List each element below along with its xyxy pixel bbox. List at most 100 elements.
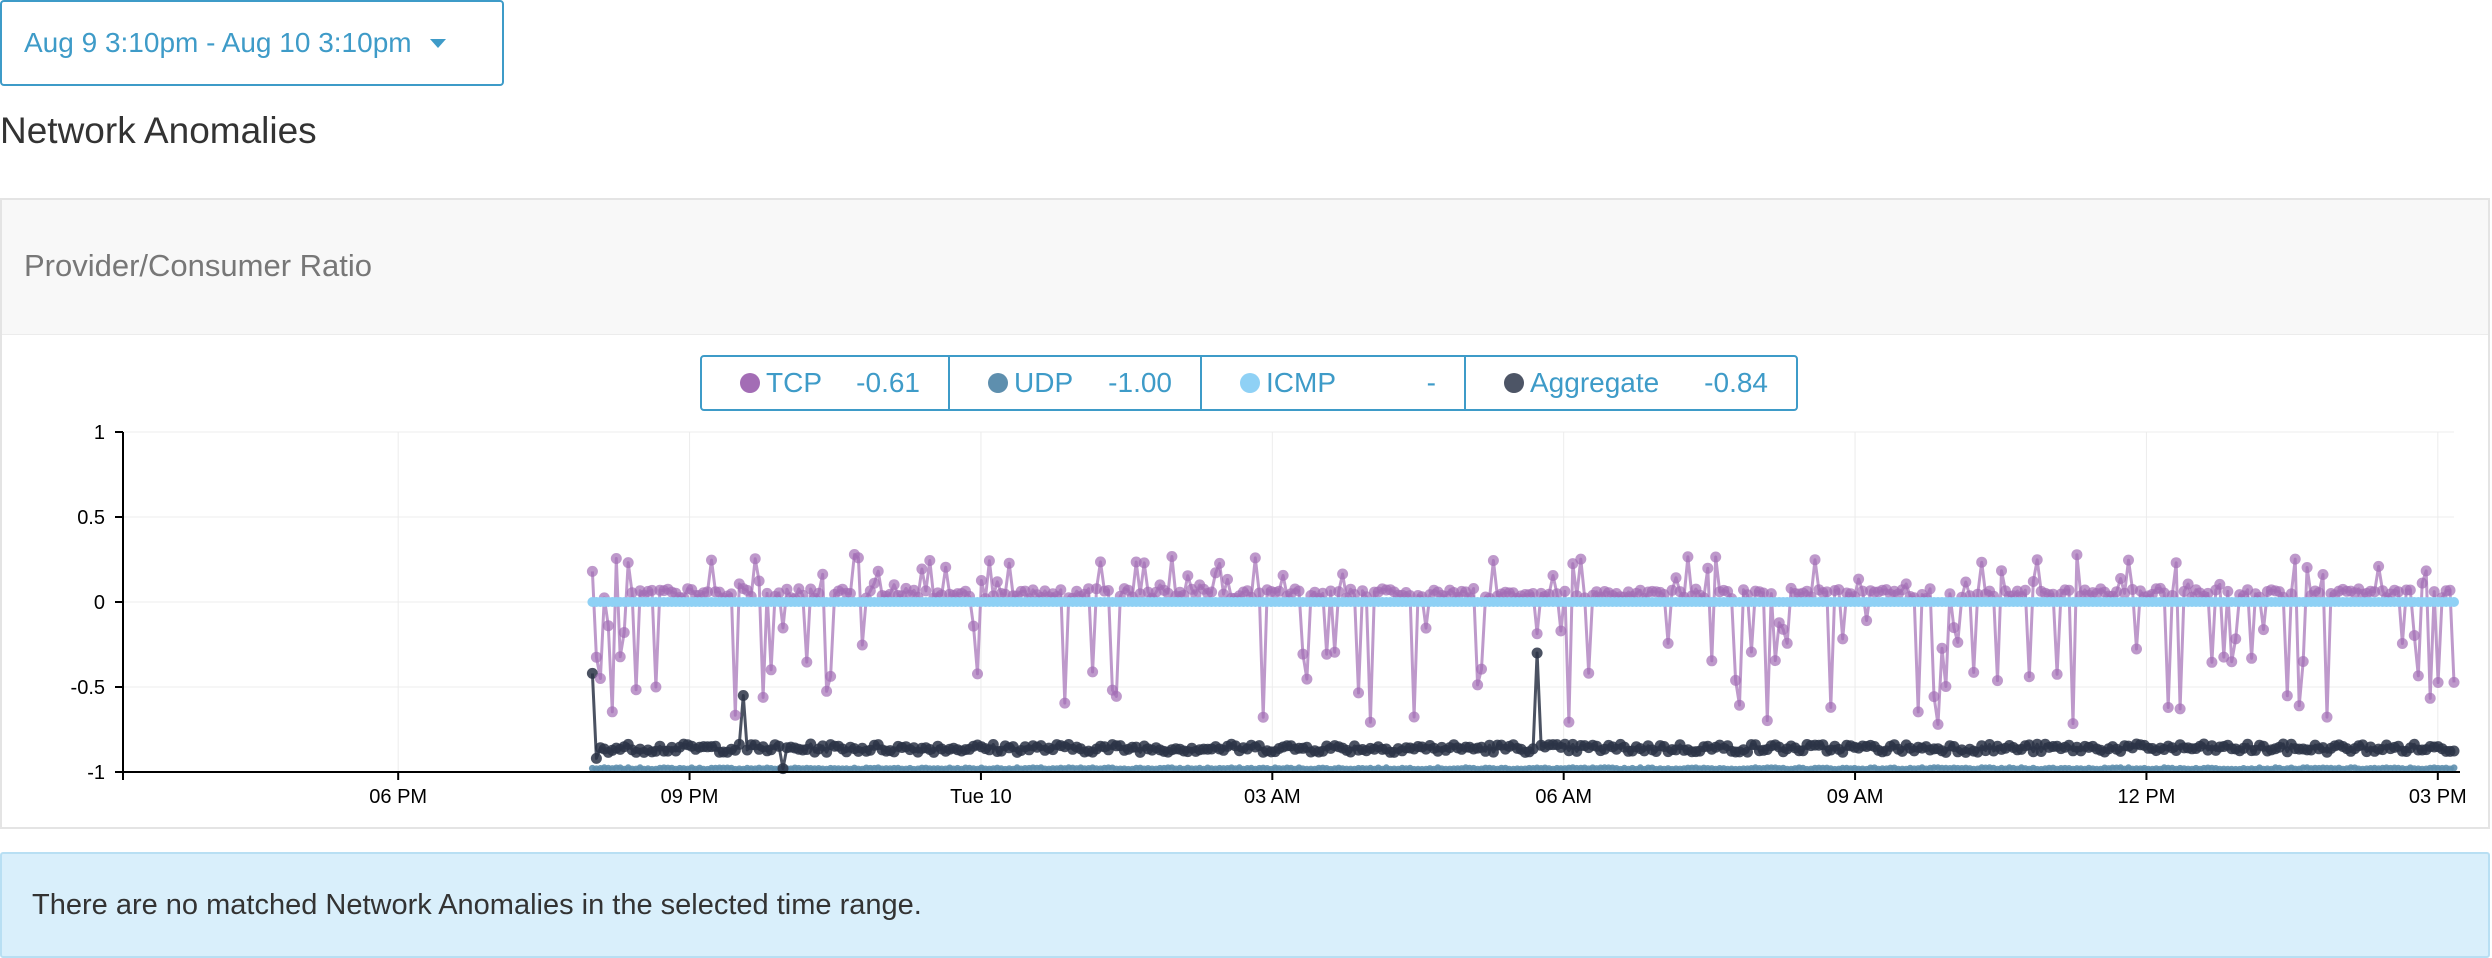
data-point [2206, 656, 2218, 668]
data-point [1408, 711, 1420, 723]
data-point [2412, 670, 2424, 682]
data-point [1745, 646, 1757, 658]
no-anomalies-alert: There are no matched Network Anomalies i… [0, 852, 2490, 958]
x-tick-label: 09 PM [661, 786, 719, 808]
data-point [2123, 554, 2134, 566]
data-point [1952, 636, 1964, 648]
data-point [2226, 656, 2238, 668]
data-point [622, 557, 634, 569]
x-tick-label: 09 AM [1827, 786, 1884, 808]
ratio-chart: 1 0.5 0 -0.5 -1 06 PM 09 PM Tue 10 03 AM 06 AM 09 … [71, 422, 2467, 808]
data-point [614, 651, 626, 663]
data-point [2174, 703, 2186, 715]
data-point [1214, 557, 1226, 569]
data-point [1166, 551, 1178, 562]
data-point [1095, 556, 1106, 568]
x-tick-label: 12 PM [2118, 786, 2176, 808]
data-point [777, 622, 789, 634]
data-point [2420, 565, 2432, 577]
data-point [1809, 554, 1821, 566]
data-point [1948, 622, 1960, 634]
data-point [2448, 745, 2460, 757]
data-point [2444, 584, 2456, 596]
data-point [1472, 679, 1484, 691]
data-point [1555, 625, 1567, 637]
data-point [594, 673, 606, 684]
data-point [888, 579, 900, 591]
data-point [872, 565, 884, 577]
ratio-chart-panel: Provider/Consumer Ratio TCP -0.61 UDP -1… [0, 198, 2490, 829]
data-point [1710, 551, 1722, 563]
data-point [765, 664, 777, 676]
data-point [2027, 576, 2039, 587]
data-point [1087, 666, 1099, 678]
data-point [1968, 666, 1980, 678]
data-point [817, 568, 829, 580]
data-point [2281, 690, 2293, 702]
data-point [2416, 577, 2428, 589]
data-point [1996, 565, 2007, 577]
alert-message: There are no matched Network Anomalies i… [32, 888, 922, 921]
data-point [757, 691, 769, 703]
data-point [924, 555, 936, 566]
data-point [1293, 585, 1305, 597]
data-point [1936, 642, 1948, 654]
data-point [753, 575, 765, 587]
data-point [1924, 583, 1936, 595]
y-tick-label: 0 [94, 592, 105, 614]
data-point [1853, 573, 1865, 585]
data-point [1337, 568, 1349, 580]
data-point [2450, 764, 2458, 772]
x-tick-label: 03 AM [1244, 786, 1301, 808]
y-tick-label: -1 [87, 762, 105, 784]
y-tick-label: 1 [94, 422, 105, 444]
data-point [2246, 652, 2258, 664]
data-point [1706, 655, 1718, 667]
data-point [1468, 583, 1480, 594]
data-point [2031, 554, 2043, 566]
data-point [606, 706, 618, 718]
data-point [1992, 675, 2003, 687]
data-point [618, 627, 630, 638]
data-point [2063, 584, 2075, 596]
x-tick-label: 03 PM [2409, 786, 2467, 808]
data-point [630, 684, 642, 696]
data-point [1206, 586, 1218, 598]
data-point [586, 565, 598, 577]
data-point [1861, 615, 1873, 627]
data-point [1900, 578, 1912, 590]
time-range-dropdown[interactable]: Aug 9 3:10pm - Aug 10 3:10pm [0, 0, 504, 86]
data-point [706, 554, 717, 566]
data-point [602, 620, 614, 632]
series-layer [586, 549, 2460, 775]
data-point [2019, 584, 2031, 596]
data-point [2258, 624, 2269, 636]
x-tick-label: 06 AM [1535, 786, 1592, 808]
data-point [1547, 570, 1559, 581]
data-point [2289, 553, 2301, 565]
data-point [2448, 676, 2460, 688]
data-point [1932, 718, 1944, 730]
data-point [590, 752, 602, 764]
page-title: Network Anomalies [0, 110, 317, 151]
data-point [1777, 623, 1789, 635]
data-point [1837, 633, 1849, 645]
data-point [2404, 584, 2416, 596]
data-point [1583, 667, 1595, 679]
x-tick-label: 06 PM [369, 786, 427, 808]
data-point [2115, 573, 2127, 584]
data-point [852, 552, 864, 564]
y-tick-label: 0.5 [77, 507, 105, 529]
data-point [916, 563, 928, 575]
data-point [968, 620, 979, 632]
data-point [1912, 706, 1924, 718]
caret-down-icon [429, 38, 446, 48]
data-point [2396, 638, 2408, 649]
data-point [1976, 556, 1988, 568]
data-point [821, 685, 833, 697]
data-point [1559, 585, 1571, 597]
data-point [1182, 570, 1194, 582]
data-point [1003, 557, 1015, 569]
series-icmp [587, 597, 2459, 607]
data-point [1734, 699, 1745, 711]
